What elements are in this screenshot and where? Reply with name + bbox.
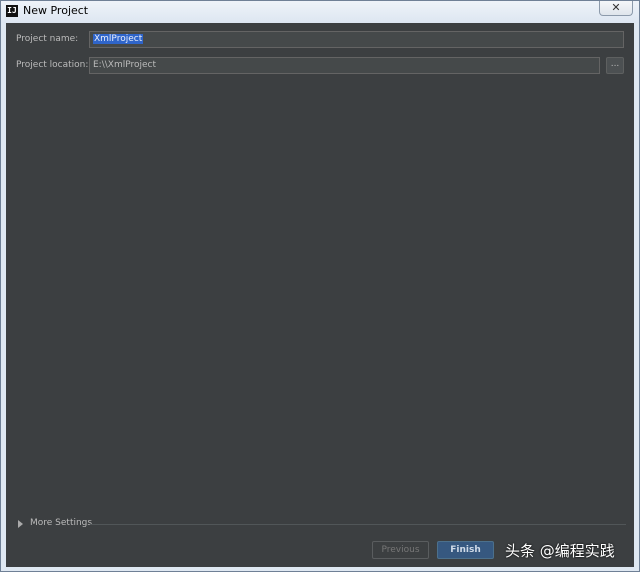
browse-button[interactable]: ... — [606, 57, 624, 74]
expand-arrow-icon — [18, 520, 23, 528]
project-name-label: Project name: — [16, 34, 79, 44]
project-name-value: XmlProject — [93, 34, 144, 44]
project-location-input[interactable]: E:\\XmlProject — [89, 57, 600, 74]
intellij-app-icon: IJ — [6, 5, 18, 17]
project-location-label: Project location: — [16, 60, 89, 70]
window-title: New Project — [23, 4, 89, 17]
watermark: 头条 @编程实践 — [505, 542, 615, 560]
previous-button[interactable]: Previous — [372, 541, 429, 559]
more-settings-divider — [90, 524, 626, 525]
close-button[interactable]: ✕ — [599, 1, 633, 16]
new-project-dialog: IJ New Project ✕ Project name: XmlProjec… — [0, 0, 640, 572]
dialog-content: Project name: XmlProject Project locatio… — [6, 23, 634, 567]
more-settings-label: More Settings — [30, 518, 93, 528]
project-location-value: E:\\XmlProject — [93, 60, 157, 70]
project-name-input[interactable]: XmlProject — [89, 31, 624, 48]
finish-button[interactable]: Finish — [437, 541, 494, 559]
title-bar[interactable]: IJ New Project ✕ — [1, 1, 639, 23]
